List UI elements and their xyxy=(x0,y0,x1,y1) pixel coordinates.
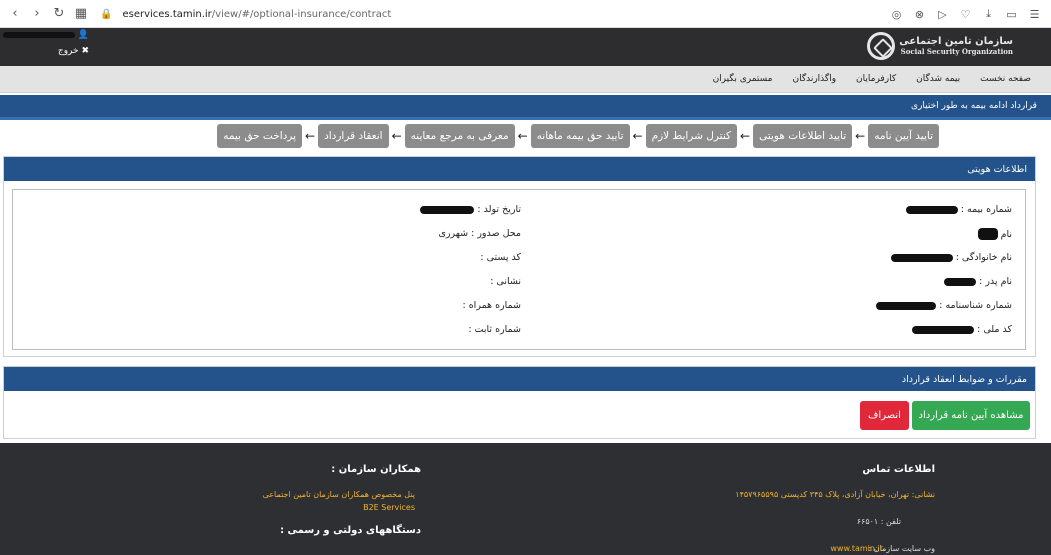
field-insurance-number: شماره بیمه : xyxy=(905,204,1012,215)
logout-link[interactable]: ✖ خروج xyxy=(0,46,95,56)
label-issue-place: محل صدور : شهرری xyxy=(438,228,521,239)
redacted-value xyxy=(876,301,937,310)
browser-actions: ◎ ⊗ ▷ ♡ ⤓ ▭ ☰ xyxy=(888,4,1043,24)
logo[interactable]: سازمان تامین اجتماعی Social Security Org… xyxy=(867,32,1013,60)
gov-heading: دستگاههای دولتی و رسمی : xyxy=(280,525,421,536)
redacted-value xyxy=(420,205,475,214)
field-mobile: شماره همراه : xyxy=(462,300,521,311)
step-2[interactable]: تایید اطلاعات هویتی xyxy=(753,124,853,148)
cancel-button[interactable]: انصراف xyxy=(860,401,909,430)
url-path: /view/#/optional-insurance/contract xyxy=(211,8,392,20)
redacted-value xyxy=(977,228,998,240)
field-last-name: نام خانوادگی : xyxy=(890,252,1012,263)
address-bar[interactable]: 🔒 eservices.tamin.ir /view/#/optional-in… xyxy=(100,4,391,24)
b2e-services-link[interactable]: B2E Services xyxy=(363,503,415,512)
partners-heading: همکاران سازمان : xyxy=(331,464,421,475)
browser-toolbar: ‹ › ↻ ▦ 🔒 eservices.tamin.ir /view/#/opt… xyxy=(0,0,1051,28)
label-postal-code: کد پستی : xyxy=(480,252,521,263)
label-insurance-number: شماره بیمه : xyxy=(960,204,1012,215)
block-icon[interactable]: ⊗ xyxy=(911,4,928,24)
label-birth-date: تاریخ تولد : xyxy=(477,204,521,215)
nav-assignors[interactable]: واگذارندگان xyxy=(792,74,836,84)
user-name: 👤 xyxy=(0,30,95,40)
redacted-value xyxy=(905,205,958,214)
field-address: نشانی : xyxy=(490,276,521,287)
arrow-left-icon: ← xyxy=(855,129,866,143)
partners-panel-link[interactable]: پنل مخصوص همکاران سازمان تامین اجتماعی xyxy=(263,490,415,499)
download-icon[interactable]: ⤓ xyxy=(980,4,997,24)
field-father-name: نام پدر : xyxy=(944,276,1012,287)
forward-icon[interactable]: › xyxy=(26,3,48,25)
field-birth-date: تاریخ تولد : xyxy=(420,204,521,215)
label-father-name: نام پدر : xyxy=(979,276,1012,287)
step-3[interactable]: کنترل شرایط لازم xyxy=(645,124,737,148)
wizard-steps: تایید آیین نامه ← تایید اطلاعات هویتی ← … xyxy=(217,124,939,148)
arrow-left-icon: ← xyxy=(305,129,316,143)
contact-heading: اطلاعات تماس xyxy=(862,464,935,475)
step-4[interactable]: تایید حق بیمه ماهانه xyxy=(530,124,630,148)
play-icon[interactable]: ▷ xyxy=(934,4,951,24)
identity-panel: اطلاعات هویتی شماره بیمه : نام نام خانوا… xyxy=(3,156,1036,357)
camera-icon[interactable]: ◎ xyxy=(888,4,905,24)
logo-fa: سازمان تامین اجتماعی xyxy=(899,36,1013,47)
arrow-left-icon: ← xyxy=(391,129,402,143)
rules-heading: مقررات و ضوابط انعقاد قرارداد xyxy=(4,367,1035,391)
label-id-number: شماره شناسنامه : xyxy=(939,300,1012,311)
battery-icon[interactable]: ▭ xyxy=(1003,4,1020,24)
view-regulations-button[interactable]: مشاهده آیین نامه قرارداد xyxy=(912,401,1030,430)
redacted-user-name xyxy=(2,32,75,38)
field-first-name: نام xyxy=(977,228,1012,240)
field-national-code: کد ملی : xyxy=(912,324,1012,335)
logo-en: Social Security Organization xyxy=(900,47,1013,56)
settings-sliders-icon[interactable]: ☰ xyxy=(1026,4,1043,24)
label-address: نشانی : xyxy=(490,276,521,287)
field-phone: شماره ثابت : xyxy=(468,324,521,335)
identity-fields: شماره بیمه : نام نام خانوادگی : نام پدر … xyxy=(12,189,1026,350)
heart-icon[interactable]: ♡ xyxy=(957,4,974,24)
lock-icon: 🔒 xyxy=(100,8,113,20)
identity-heading: اطلاعات هویتی xyxy=(4,157,1035,181)
back-icon[interactable]: ‹ xyxy=(4,3,26,25)
website-link[interactable]: www.tamin.ir xyxy=(830,544,883,553)
step-7[interactable]: پرداخت حق بیمه xyxy=(217,124,303,148)
logo-mark-icon xyxy=(867,32,896,60)
nav-home[interactable]: صفحه نخست xyxy=(980,74,1031,84)
field-issue-place: محل صدور : شهرری xyxy=(438,228,521,239)
nav-pensioners[interactable]: مستمری بگیران xyxy=(713,74,773,84)
redacted-value xyxy=(912,325,975,334)
label-mobile: شماره همراه : xyxy=(462,300,521,311)
redacted-value xyxy=(944,277,977,286)
field-id-number: شماره شناسنامه : xyxy=(876,300,1012,311)
logout-label: خروج xyxy=(57,46,79,56)
apps-grid-icon[interactable]: ▦ xyxy=(70,3,92,25)
nav-employers[interactable]: کارفرمایان xyxy=(856,74,896,84)
field-postal-code: کد پستی : xyxy=(480,252,521,263)
nav-insured[interactable]: بیمه شدگان xyxy=(916,74,960,84)
label-national-code: کد ملی : xyxy=(977,324,1012,335)
step-5[interactable]: معرفی به مرجع معاینه xyxy=(404,124,515,148)
step-1[interactable]: تایید آیین نامه xyxy=(868,124,939,148)
contact-address: نشانی: تهران، خیابان آزادی، پلاک ۳۴۵ کدپ… xyxy=(735,490,935,499)
url-host: eservices.tamin.ir xyxy=(122,8,212,20)
label-last-name: نام خانوادگی : xyxy=(955,252,1012,263)
rules-panel: مقررات و ضوابط انعقاد قرارداد مشاهده آیی… xyxy=(3,366,1036,439)
arrow-left-icon: ← xyxy=(740,129,751,143)
user-box: 👤 ✖ خروج xyxy=(0,30,95,56)
site-header: سازمان تامین اجتماعی Social Security Org… xyxy=(0,28,1051,66)
arrow-left-icon: ← xyxy=(632,129,643,143)
top-nav: صفحه نخست بیمه شدگان کارفرمایان واگذارند… xyxy=(0,66,1051,93)
contact-phone: تلفن : ۶۶۵۰۱ xyxy=(856,517,901,526)
close-icon: ✖ xyxy=(81,46,89,56)
user-icon: 👤 xyxy=(77,30,89,40)
reload-icon[interactable]: ↻ xyxy=(48,3,70,25)
step-6[interactable]: انعقاد قرارداد xyxy=(318,124,389,148)
label-phone: شماره ثابت : xyxy=(468,324,521,335)
site-footer: اطلاعات تماس نشانی: تهران، خیابان آزادی،… xyxy=(0,443,1051,555)
redacted-value xyxy=(890,253,953,262)
page-title: قرارداد ادامه بیمه به طور اختیاری xyxy=(0,95,1051,120)
label-first-name: نام xyxy=(1000,228,1012,240)
arrow-left-icon: ← xyxy=(517,129,528,143)
